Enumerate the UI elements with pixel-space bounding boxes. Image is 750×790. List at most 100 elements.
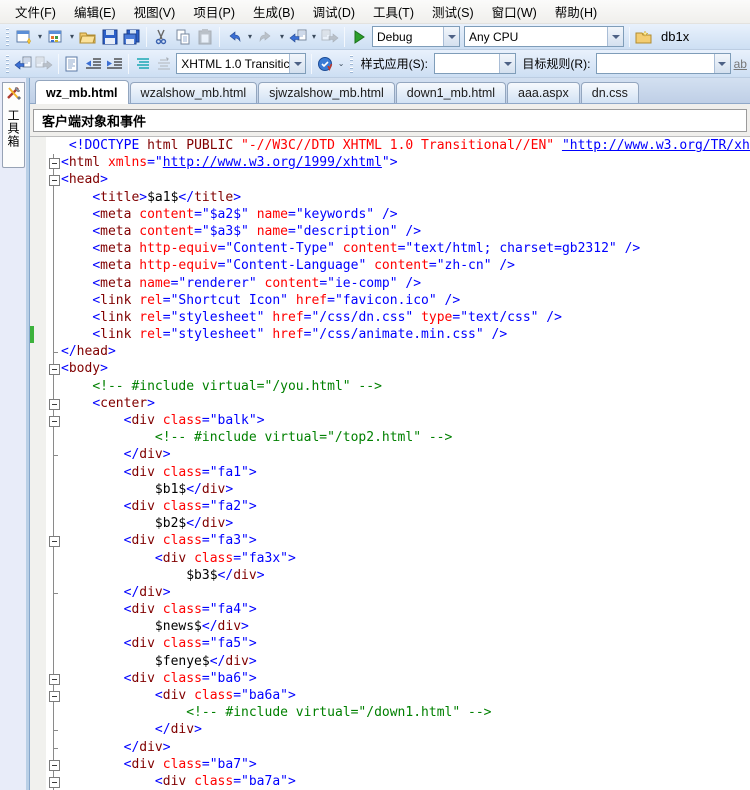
tab-dn-css[interactable]: dn.css xyxy=(581,82,639,103)
tab-aaa-aspx[interactable]: aaa.aspx xyxy=(507,82,580,103)
navigate-backward-icon[interactable] xyxy=(287,26,309,48)
redo-dropdown-icon[interactable]: ▾ xyxy=(277,26,287,48)
navigate-forward-icon[interactable] xyxy=(34,53,55,75)
redo-icon[interactable] xyxy=(255,26,277,48)
code-line[interactable]: <link rel="stylesheet" href="/css/animat… xyxy=(30,326,750,343)
undo-icon[interactable] xyxy=(223,26,245,48)
new-project-icon[interactable] xyxy=(13,26,35,48)
code-line[interactable]: <div class="fa1"> xyxy=(30,464,750,481)
collapse-toggle-icon[interactable] xyxy=(46,687,61,704)
code-line[interactable]: <div class="ba6"> xyxy=(30,670,750,687)
code-line[interactable]: <div class="fa3"> xyxy=(30,532,750,549)
toolbox-tab[interactable]: 工具箱 xyxy=(2,82,25,168)
navigate-backward-dropdown-icon[interactable]: ▾ xyxy=(309,26,319,48)
code-line[interactable]: <div class="balk"> xyxy=(30,412,750,429)
target-rule-combo[interactable] xyxy=(596,53,730,74)
code-line[interactable]: </div> xyxy=(30,739,750,756)
code-line[interactable]: <meta http-equiv="Content-Type" content=… xyxy=(30,240,750,257)
menu-edit[interactable]: 编辑(E) xyxy=(65,0,125,24)
combo-dropdown-icon[interactable] xyxy=(607,27,623,46)
collapse-toggle-icon[interactable] xyxy=(46,360,61,377)
menu-build[interactable]: 生成(B) xyxy=(244,0,304,24)
menu-project[interactable]: 项目(P) xyxy=(184,0,244,24)
save-icon[interactable] xyxy=(99,26,121,48)
toolbar-overflow-icon[interactable]: ⌄ xyxy=(336,53,346,75)
copy-icon[interactable] xyxy=(172,26,194,48)
code-line[interactable]: <div class="fa2"> xyxy=(30,498,750,515)
code-line[interactable]: <meta content="$a2$" name="keywords" /> xyxy=(30,206,750,223)
code-line[interactable]: <head> xyxy=(30,171,750,188)
undo-dropdown-icon[interactable]: ▾ xyxy=(245,26,255,48)
code-line[interactable]: <div class="ba7"> xyxy=(30,756,750,773)
combo-dropdown-icon[interactable] xyxy=(714,54,730,73)
code-line[interactable]: <!-- #include virtual="/down1.html" --> xyxy=(30,704,750,721)
format-selection-icon[interactable] xyxy=(153,53,174,75)
combo-dropdown-icon[interactable] xyxy=(499,54,515,73)
code-line[interactable]: <!-- #include virtual="/you.html" --> xyxy=(30,378,750,395)
style-overflow-icon[interactable]: ab xyxy=(733,57,748,71)
code-line[interactable]: </div> xyxy=(30,721,750,738)
code-line[interactable]: <title>$a1$</title> xyxy=(30,189,750,206)
code-line[interactable]: <div class="ba7a"> xyxy=(30,773,750,790)
paste-icon[interactable] xyxy=(194,26,216,48)
collapse-toggle-icon[interactable] xyxy=(46,670,61,687)
collapse-toggle-icon[interactable] xyxy=(46,773,61,790)
doctype-combo[interactable]: XHTML 1.0 Transitic xyxy=(176,53,306,74)
tab-sjwzalshow-mb-html[interactable]: sjwzalshow_mb.html xyxy=(258,82,395,103)
code-line[interactable]: <meta content="$a3$" name="description" … xyxy=(30,223,750,240)
view-source-icon[interactable] xyxy=(62,53,83,75)
open-folder-icon[interactable] xyxy=(77,26,99,48)
client-objects-dropdown[interactable]: 客户端对象和事件 xyxy=(33,109,747,132)
add-item-dropdown-icon[interactable]: ▾ xyxy=(67,26,77,48)
code-line[interactable]: $news$</div> xyxy=(30,618,750,635)
menu-debug[interactable]: 调试(D) xyxy=(304,0,364,24)
code-line[interactable]: <!DOCTYPE html PUBLIC "-//W3C//DTD XHTML… xyxy=(30,137,750,154)
combo-dropdown-icon[interactable] xyxy=(443,27,459,46)
code-line[interactable]: </div> xyxy=(30,446,750,463)
code-line[interactable]: <div class="fa5"> xyxy=(30,635,750,652)
find-combo-value[interactable]: db1x xyxy=(655,29,695,44)
tab-wz-mb-html[interactable]: wz_mb.html xyxy=(35,80,129,104)
menu-file[interactable]: 文件(F) xyxy=(6,0,65,24)
new-project-dropdown-icon[interactable]: ▾ xyxy=(35,26,45,48)
code-line[interactable]: <!-- #include virtual="/top2.html" --> xyxy=(30,429,750,446)
collapse-toggle-icon[interactable] xyxy=(46,395,61,412)
increase-indent-icon[interactable] xyxy=(104,53,125,75)
toolbar-grip[interactable] xyxy=(5,55,10,73)
code-line[interactable]: <div class="fa4"> xyxy=(30,601,750,618)
code-line[interactable]: <link rel="Shortcut Icon" href="favicon.… xyxy=(30,292,750,309)
code-line[interactable]: <body> xyxy=(30,360,750,377)
navigate-backward-icon[interactable] xyxy=(13,53,34,75)
code-line[interactable]: <meta http-equiv="Content-Language" cont… xyxy=(30,257,750,274)
collapse-toggle-icon[interactable] xyxy=(46,756,61,773)
decrease-indent-icon[interactable] xyxy=(83,53,104,75)
code-line[interactable]: </head> xyxy=(30,343,750,360)
cut-icon[interactable] xyxy=(150,26,172,48)
platform-combo[interactable]: Any CPU xyxy=(464,26,624,47)
collapse-toggle-icon[interactable] xyxy=(46,154,61,171)
code-line[interactable]: $b2$</div> xyxy=(30,515,750,532)
code-line[interactable]: <html xmlns="http://www.w3.org/1999/xhtm… xyxy=(30,154,750,171)
combo-dropdown-icon[interactable] xyxy=(289,54,305,73)
start-debug-icon[interactable] xyxy=(348,26,370,48)
save-all-icon[interactable] xyxy=(121,26,143,48)
menu-tools[interactable]: 工具(T) xyxy=(364,0,423,24)
solution-config-combo[interactable]: Debug xyxy=(372,26,460,47)
code-line[interactable]: <meta name="renderer" content="ie-comp" … xyxy=(30,275,750,292)
collapse-toggle-icon[interactable] xyxy=(46,532,61,549)
toolbar-grip[interactable] xyxy=(5,28,10,46)
check-page-icon[interactable] xyxy=(315,53,336,75)
menu-view[interactable]: 视图(V) xyxy=(125,0,185,24)
add-item-icon[interactable] xyxy=(45,26,67,48)
code-line[interactable]: <center> xyxy=(30,395,750,412)
code-line[interactable]: $b1$</div> xyxy=(30,481,750,498)
code-line[interactable]: </div> xyxy=(30,584,750,601)
toolbar-grip[interactable] xyxy=(349,55,354,73)
code-line[interactable]: <link rel="stylesheet" href="/css/dn.css… xyxy=(30,309,750,326)
menu-test[interactable]: 测试(S) xyxy=(423,0,483,24)
navigate-forward-icon[interactable] xyxy=(319,26,341,48)
code-line[interactable]: $b3$</div> xyxy=(30,567,750,584)
format-document-icon[interactable] xyxy=(132,53,153,75)
menu-window[interactable]: 窗口(W) xyxy=(483,0,546,24)
code-line[interactable]: <div class="fa3x"> xyxy=(30,550,750,567)
